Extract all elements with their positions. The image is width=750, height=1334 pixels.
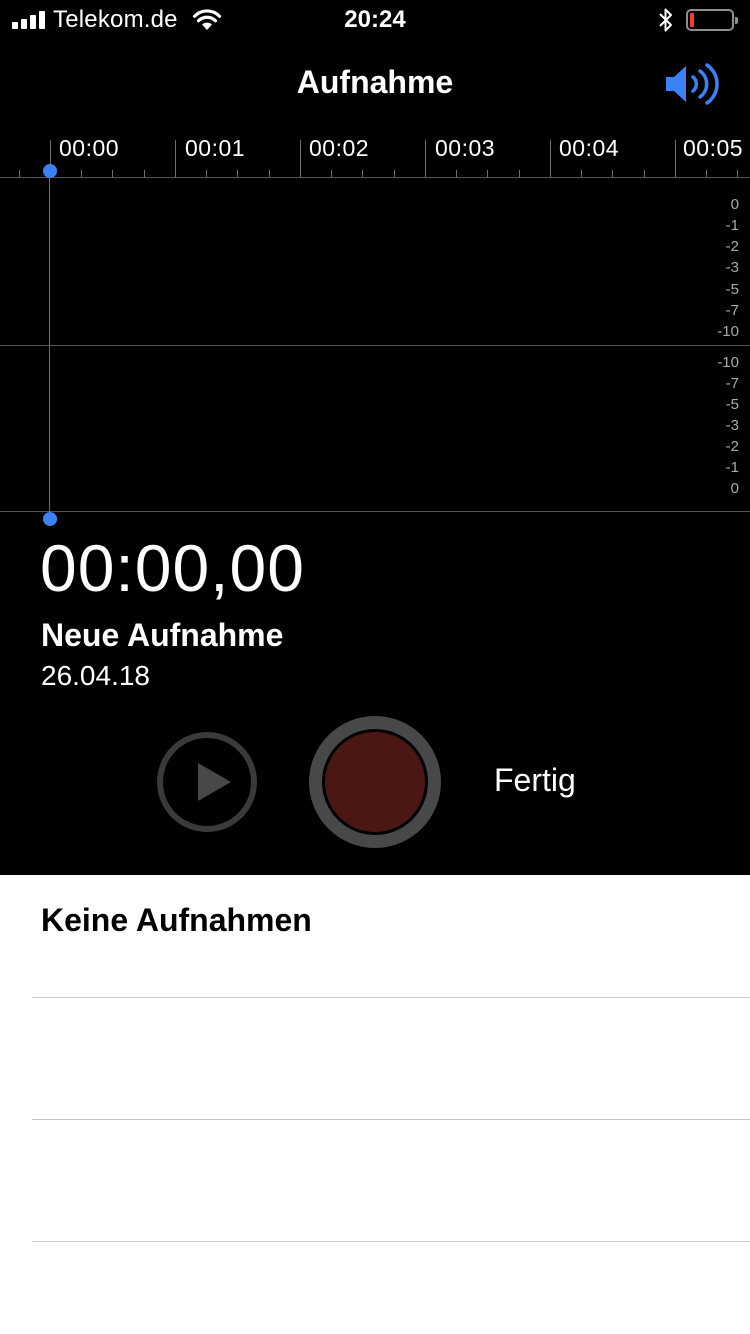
speaker-volume-icon[interactable] bbox=[664, 62, 720, 106]
waveform-center-line bbox=[0, 345, 750, 346]
timeline-label: 00:04 bbox=[559, 135, 620, 161]
voice-memo-screen: Telekom.de 20:24 Aufnahme 00:00 00:01 00… bbox=[0, 0, 750, 1334]
status-bar: Telekom.de 20:24 bbox=[0, 0, 750, 40]
empty-list-label: Keine Aufnahmen bbox=[41, 902, 312, 938]
battery-icon bbox=[686, 9, 738, 31]
level-scale-label: -2 bbox=[725, 238, 739, 255]
play-button[interactable] bbox=[157, 732, 257, 832]
list-separator bbox=[32, 1241, 750, 1242]
battery-level-fill bbox=[690, 13, 694, 27]
list-separator bbox=[32, 997, 750, 998]
timeline-label: 00:00 bbox=[59, 135, 120, 161]
record-icon bbox=[325, 732, 425, 832]
timeline-ruler[interactable]: 00:00 00:01 00:02 00:03 00:04 00:05 bbox=[0, 130, 750, 178]
recording-date: 26.04.18 bbox=[41, 660, 150, 691]
level-scale-label: -2 bbox=[725, 438, 739, 455]
play-icon bbox=[198, 763, 231, 801]
timeline-label: 00:03 bbox=[435, 135, 496, 161]
done-button[interactable]: Fertig bbox=[494, 762, 576, 799]
list-separator bbox=[32, 1119, 750, 1120]
waveform-top-border bbox=[0, 177, 750, 178]
playhead-top-handle[interactable] bbox=[43, 164, 57, 178]
record-button[interactable] bbox=[309, 716, 441, 848]
timeline-label: 00:01 bbox=[185, 135, 246, 161]
level-scale-label: 0 bbox=[730, 196, 739, 213]
level-scale-label: -5 bbox=[725, 281, 739, 298]
recording-name[interactable]: Neue Aufnahme bbox=[41, 617, 283, 654]
level-scale-label: -10 bbox=[717, 323, 739, 340]
level-scale-label: -7 bbox=[725, 302, 739, 319]
level-scale-label: -1 bbox=[725, 217, 739, 234]
bluetooth-icon bbox=[659, 8, 672, 32]
waveform-bottom-border bbox=[0, 511, 750, 512]
level-scale-label: -3 bbox=[725, 259, 739, 276]
level-scale-label: -7 bbox=[725, 375, 739, 392]
elapsed-time: 00:00,00 bbox=[40, 531, 305, 605]
timeline-label: 00:05 bbox=[683, 135, 744, 161]
page-title: Aufnahme bbox=[296, 64, 454, 100]
recordings-list: Keine Aufnahmen bbox=[0, 875, 750, 1334]
level-scale-label: -1 bbox=[725, 459, 739, 476]
status-time: 20:24 bbox=[344, 6, 406, 33]
level-scale-label: -5 bbox=[725, 396, 739, 413]
level-scale-label: -10 bbox=[717, 354, 739, 371]
level-scale-label: 0 bbox=[730, 480, 739, 497]
timeline-label: 00:02 bbox=[309, 135, 370, 161]
level-scale-label: -3 bbox=[725, 417, 739, 434]
playhead-bottom-handle[interactable] bbox=[43, 512, 57, 526]
playhead-line[interactable] bbox=[49, 170, 50, 519]
